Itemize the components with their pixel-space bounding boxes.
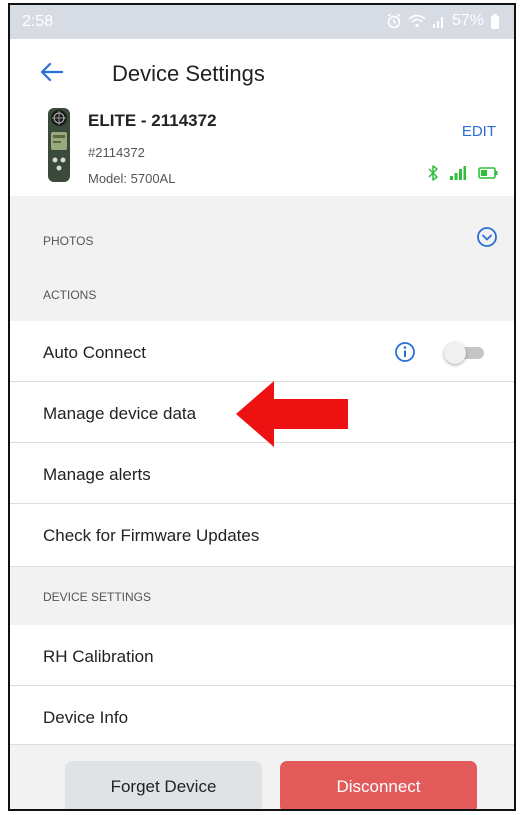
- device-model: Model: 5700AL: [88, 171, 176, 186]
- manage-device-data-label: Manage device data: [43, 404, 197, 423]
- device-settings-section: DEVICE SETTINGS: [10, 567, 514, 625]
- photos-header: PHOTOS: [43, 234, 94, 248]
- cell-signal-icon: [432, 17, 443, 28]
- manage-alerts-label: Manage alerts: [43, 465, 151, 484]
- status-time: 2:58: [22, 13, 54, 30]
- edit-button[interactable]: EDIT: [462, 123, 496, 140]
- info-circle-icon[interactable]: [394, 341, 416, 363]
- device-image: [48, 108, 70, 182]
- auto-connect-row[interactable]: Auto Connect: [10, 321, 514, 382]
- arrow-left-icon: [40, 62, 64, 82]
- forget-device-button[interactable]: Forget Device: [65, 761, 262, 809]
- device-name: ELITE - 2114372: [88, 111, 217, 130]
- device-status-icons: [428, 165, 498, 181]
- wifi-icon: [408, 14, 426, 28]
- back-button[interactable]: [40, 61, 64, 83]
- device-card: ELITE - 2114372 #2114372 Model: 5700AL E…: [10, 101, 514, 196]
- disconnect-button[interactable]: Disconnect: [280, 761, 477, 809]
- photos-section: PHOTOS: [10, 196, 514, 263]
- toggle-knob: [444, 342, 466, 364]
- phone-screen: 2:58 57% Device Settings ELITE - 2114372…: [8, 3, 516, 811]
- red-arrow-icon: [236, 381, 348, 447]
- device-serial: #2114372: [88, 145, 145, 160]
- status-bar: 2:58 57%: [10, 5, 514, 39]
- bottom-action-bar: Forget Device Disconnect: [10, 745, 514, 809]
- check-firmware-row[interactable]: Check for Firmware Updates: [10, 504, 514, 567]
- manage-alerts-row[interactable]: Manage alerts: [10, 443, 514, 504]
- auto-connect-toggle[interactable]: [444, 342, 484, 364]
- battery-percent: 57%: [451, 12, 484, 29]
- actions-header: ACTIONS: [43, 288, 97, 302]
- rh-calibration-label: RH Calibration: [43, 647, 154, 666]
- device-info-row[interactable]: Device Info: [10, 686, 514, 745]
- phone-battery-icon: [491, 13, 499, 29]
- check-firmware-label: Check for Firmware Updates: [43, 526, 260, 545]
- auto-connect-label: Auto Connect: [43, 343, 147, 362]
- bluetooth-icon: [428, 165, 438, 181]
- signal-bars-icon: [450, 166, 466, 180]
- device-settings-header: DEVICE SETTINGS: [43, 590, 152, 604]
- actions-section: ACTIONS: [10, 263, 514, 321]
- app-bar: Device Settings: [10, 39, 514, 101]
- status-icons: 57%: [386, 12, 500, 30]
- battery-icon: [478, 167, 498, 179]
- page-title: Device Settings: [112, 61, 265, 86]
- chevron-down-circle-icon[interactable]: [476, 226, 498, 248]
- rh-calibration-row[interactable]: RH Calibration: [10, 625, 514, 686]
- device-info-label: Device Info: [43, 708, 129, 727]
- alarm-icon: [387, 13, 401, 29]
